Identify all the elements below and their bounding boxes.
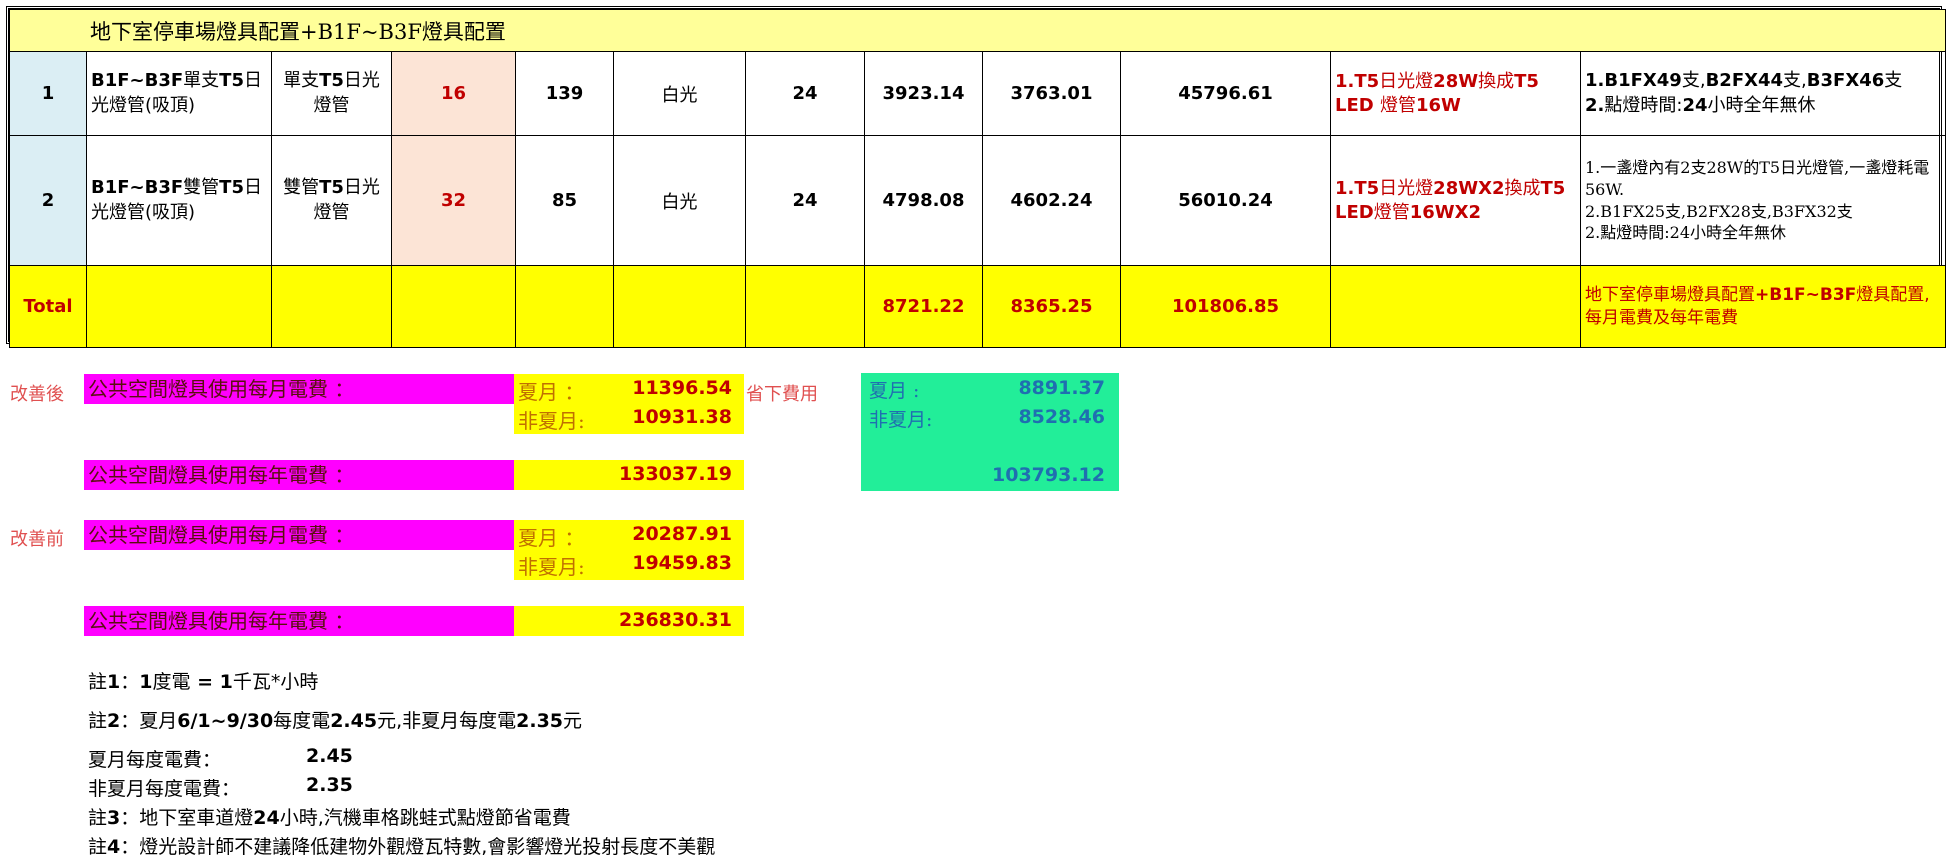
row-number: 2 xyxy=(9,135,87,266)
quantity-cell: 85 xyxy=(515,135,614,266)
lamp-type-cell: 雙管T5日光燈管 xyxy=(271,135,392,266)
total-remark: 地下室停車場燈具配置+B1F~B3F燈具配置,每月電費及每年電費 xyxy=(1579,265,1947,348)
before-summer-label: 夏月 ： xyxy=(518,526,585,550)
lighting-table: 地下室停車場燈具配置+B1F~B3F燈具配置 1 B1F~B3F單支T5日光燈管… xyxy=(6,6,1947,348)
replacement-note-cell: 1.T5日光燈28W換成T5 LED 燈管16W xyxy=(1330,51,1581,136)
total-summer-cost: 8721.22 xyxy=(864,265,983,348)
after-summer-value: 11396.54 xyxy=(632,377,732,399)
before-yearly-box: 236830.31 xyxy=(514,606,744,636)
summer-rate-label: 夏月每度電費： xyxy=(88,749,222,771)
total-label: Total xyxy=(9,265,87,348)
location-cell: B1F~B3F單支T5日光燈管(吸頂) xyxy=(86,51,272,136)
before-monthly-label: 公共空間燈具使用每月電費 ： xyxy=(84,520,514,550)
wattage-cell: 16 xyxy=(391,51,516,136)
savings-yearly-value: 103793.12 xyxy=(992,464,1105,486)
remark-cell: 1.B1FX49支,B2FX44支,B3FX46支 2.點燈時間:24小時全年無… xyxy=(1579,51,1947,136)
before-improvement-label: 改善前 xyxy=(10,529,64,550)
yearly-cost-cell: 56010.24 xyxy=(1120,135,1331,266)
before-nonsummer-value: 19459.83 xyxy=(632,552,732,574)
before-yearly-label: 公共空間燈具使用每年電費 ： xyxy=(84,606,514,636)
light-color-cell: 白光 xyxy=(613,135,746,266)
savings-summer-value: 8891.37 xyxy=(1018,377,1105,399)
after-monthly-label: 公共空間燈具使用每月電費 ： xyxy=(84,374,514,404)
table-title-row: 地下室停車場燈具配置+B1F~B3F燈具配置 xyxy=(8,9,1947,52)
savings-nonsummer-value: 8528.46 xyxy=(1018,406,1105,428)
total-nonsummer-cost: 8365.25 xyxy=(982,265,1121,348)
savings-box: 夏月 : 8891.37 非夏月: 8528.46 103793.12 xyxy=(861,373,1119,491)
summer-rate-value: 2.45 xyxy=(306,745,353,767)
note-3: 註3：地下室車道燈24小時,汽機車格跳蛙式點燈節省電費 xyxy=(88,807,571,829)
savings-summer-label: 夏月 : xyxy=(869,380,920,402)
table-row: 2 B1F~B3F雙管T5日光燈管(吸頂) 雙管T5日光燈管 32 85 白光 … xyxy=(9,135,1947,266)
note-1: 註1：1度電 = 1千瓦*小時 xyxy=(88,671,319,693)
replacement-note-cell: 1.T5日光燈28WX2換成T5 LED燈管16WX2 xyxy=(1330,135,1581,266)
summer-cost-cell: 3923.14 xyxy=(864,51,983,136)
before-summer-value: 20287.91 xyxy=(632,523,732,545)
note-2: 註2：夏月6/1~9/30每度電2.45元,非夏月每度電2.35元 xyxy=(88,710,583,732)
table-title: 地下室停車場燈具配置+B1F~B3F燈具配置 xyxy=(8,9,1947,52)
after-improvement-label: 改善後 xyxy=(10,384,64,405)
row-number: 1 xyxy=(9,51,87,136)
nonsummer-rate-label: 非夏月每度電費： xyxy=(88,778,241,800)
after-yearly-box: 133037.19 xyxy=(514,460,744,490)
note-4: 註4：燈光設計師不建議降低建物外觀燈瓦特數,會影響燈光投射長度不美觀 xyxy=(88,836,716,858)
nonsummer-cost-cell: 4602.24 xyxy=(982,135,1121,266)
after-nonsummer-value: 10931.38 xyxy=(632,406,732,428)
hours-cell: 24 xyxy=(745,135,865,266)
nonsummer-cost-cell: 3763.01 xyxy=(982,51,1121,136)
after-yearly-label: 公共空間燈具使用每年電費 ： xyxy=(84,460,514,490)
light-color-cell: 白光 xyxy=(613,51,746,136)
nonsummer-rate-value: 2.35 xyxy=(306,774,353,796)
location-cell: B1F~B3F雙管T5日光燈管(吸頂) xyxy=(86,135,272,266)
lighting-config-table: 地下室停車場燈具配置+B1F~B3F燈具配置 1 B1F~B3F單支T5日光燈管… xyxy=(8,9,1947,348)
remark-cell: 1.一盞燈內有2支28W的T5日光燈管,一盞燈耗電56W. 2.B1FX25支,… xyxy=(1579,135,1947,266)
after-nonsummer-label: 非夏月: xyxy=(518,409,585,433)
hours-cell: 24 xyxy=(745,51,865,136)
after-yearly-value: 133037.19 xyxy=(619,463,732,485)
before-yearly-value: 236830.31 xyxy=(619,609,732,631)
table-row: 1 B1F~B3F單支T5日光燈管(吸頂) 單支T5日光燈管 16 139 白光… xyxy=(9,51,1947,136)
total-yearly-cost: 101806.85 xyxy=(1120,265,1331,348)
wattage-cell: 32 xyxy=(391,135,516,266)
after-summer-label: 夏月 ： xyxy=(518,380,585,404)
before-monthly-box: 夏月 ： 20287.91 非夏月: 19459.83 xyxy=(514,520,744,580)
after-monthly-box: 夏月 ： 11396.54 非夏月: 10931.38 xyxy=(514,374,744,434)
quantity-cell: 139 xyxy=(515,51,614,136)
yearly-cost-cell: 45796.61 xyxy=(1120,51,1331,136)
summer-cost-cell: 4798.08 xyxy=(864,135,983,266)
savings-nonsummer-label: 非夏月: xyxy=(869,409,933,431)
total-row: Total 8721.22 8365.25 101806.85 地下室停車場燈具… xyxy=(9,265,1947,348)
savings-label: 省下費用 xyxy=(746,384,818,405)
before-nonsummer-label: 非夏月: xyxy=(518,555,585,579)
lamp-type-cell: 單支T5日光燈管 xyxy=(271,51,392,136)
